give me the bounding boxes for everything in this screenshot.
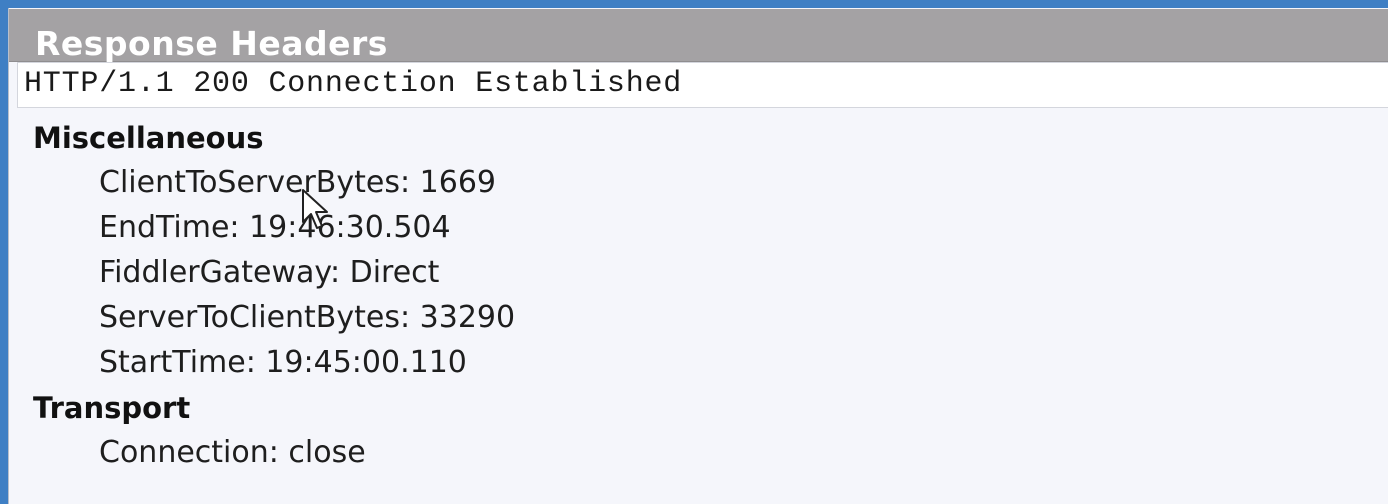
group-miscellaneous[interactable]: Miscellaneous	[33, 118, 264, 158]
group-transport[interactable]: Transport	[33, 388, 190, 428]
header-item[interactable]: EndTime: 19:46:30.504	[99, 208, 451, 248]
status-line-box[interactable]: HTTP/1.1 200 Connection Established	[17, 62, 1388, 108]
status-line: HTTP/1.1 200 Connection Established	[24, 67, 683, 101]
header-item[interactable]: StartTime: 19:45:00.110	[99, 343, 467, 383]
header-item[interactable]: ServerToClientBytes: 33290	[99, 298, 515, 338]
header-item[interactable]: ClientToServerBytes: 1669	[99, 163, 496, 203]
panel-title-bar: Response Headers	[9, 9, 1388, 63]
header-item[interactable]: Connection: close	[99, 433, 366, 473]
header-item[interactable]: FiddlerGateway: Direct	[99, 253, 439, 293]
mouse-pointer-icon	[302, 189, 328, 229]
